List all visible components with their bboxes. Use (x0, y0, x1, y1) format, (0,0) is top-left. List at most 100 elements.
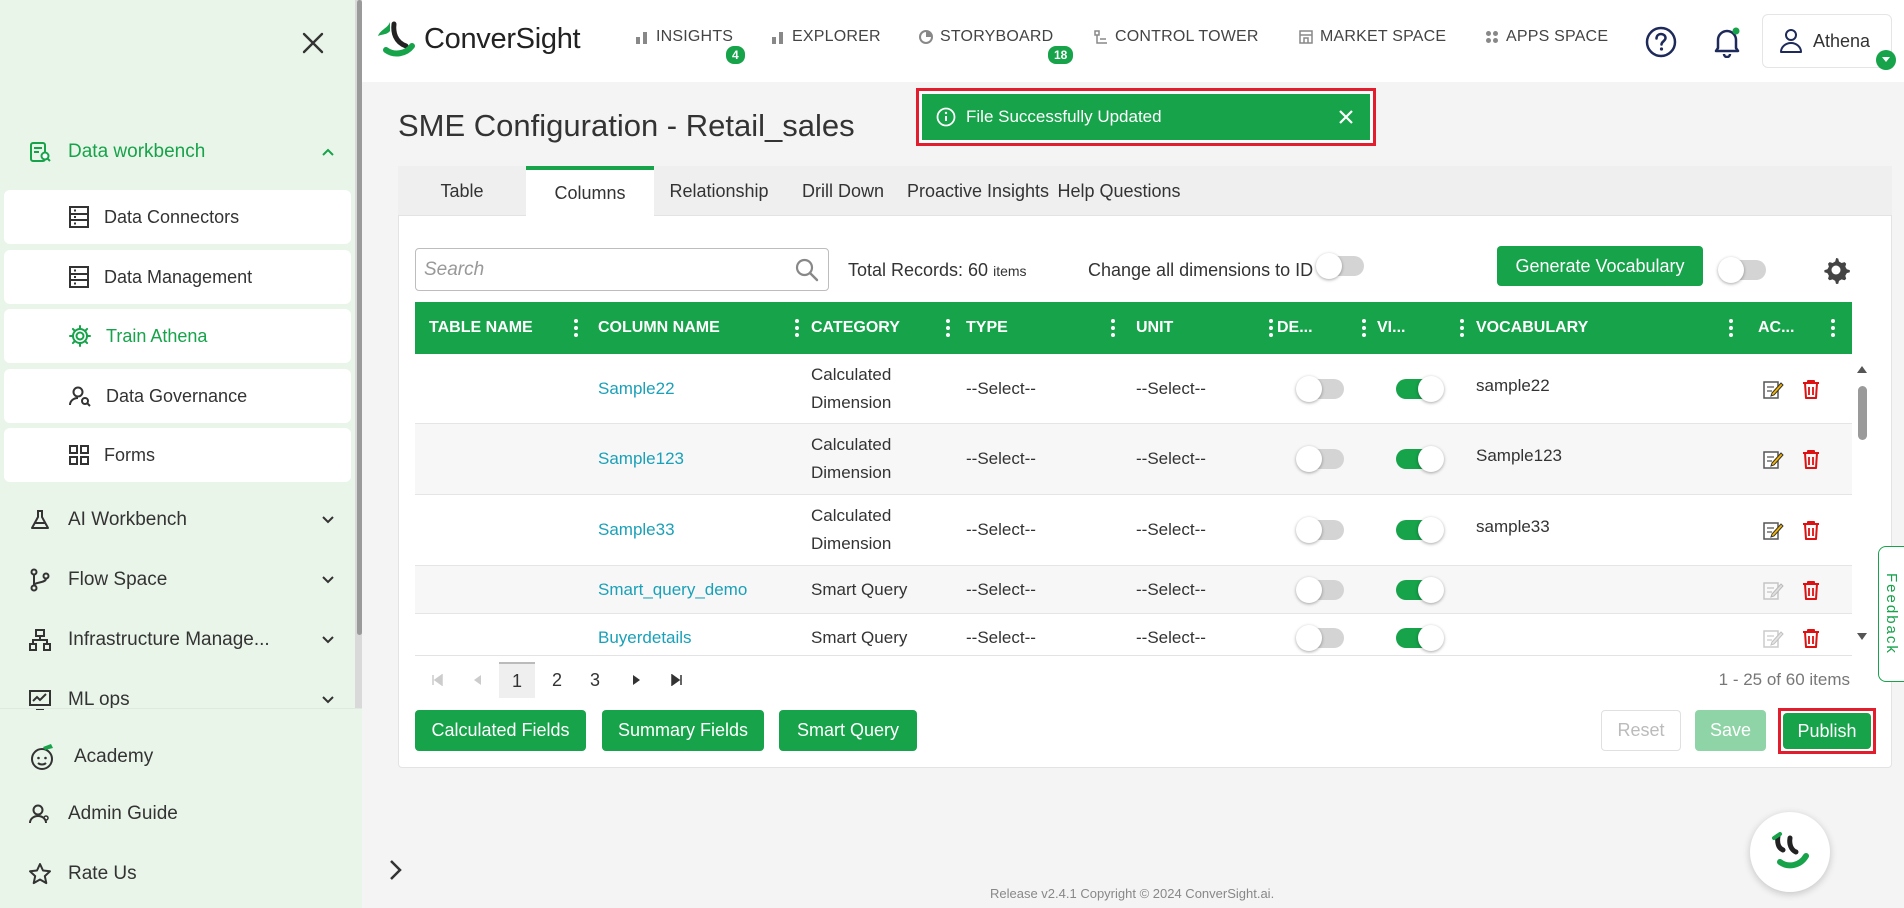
brand-logo[interactable]: ConverSight (376, 20, 581, 58)
prev-page-button[interactable] (459, 662, 495, 698)
trash-icon[interactable] (1800, 448, 1822, 470)
help-button[interactable] (1645, 26, 1677, 58)
change-dimensions-toggle[interactable] (1316, 253, 1364, 279)
menu-storyboard[interactable]: STORYBOARD (918, 28, 1053, 46)
table-settings-button[interactable] (1820, 254, 1852, 286)
edit-icon[interactable] (1762, 519, 1784, 541)
trash-icon[interactable] (1800, 627, 1822, 649)
publish-button[interactable]: Publish (1783, 713, 1871, 749)
table-scrollbar-thumb[interactable] (1858, 386, 1867, 440)
column-name-link[interactable]: Sample22 (598, 354, 675, 423)
type-select[interactable]: --Select-- (966, 354, 1036, 423)
edit-icon[interactable] (1762, 579, 1784, 601)
edit-icon[interactable] (1762, 448, 1784, 470)
dimension-toggle[interactable] (1296, 446, 1344, 472)
visible-toggle[interactable] (1396, 446, 1444, 472)
tab-table[interactable]: Table (398, 166, 526, 216)
type-select[interactable]: --Select-- (966, 614, 1036, 654)
page-2-button[interactable]: 2 (539, 662, 575, 698)
column-name-link[interactable]: Sample123 (598, 424, 684, 494)
col-vi[interactable]: VI... (1377, 302, 1475, 354)
nav-item-academy[interactable]: Academy (28, 742, 338, 772)
page-3-button[interactable]: 3 (577, 662, 613, 698)
reset-button[interactable]: Reset (1601, 710, 1681, 751)
next-page-button[interactable] (619, 662, 655, 698)
save-button[interactable]: Save (1695, 710, 1766, 751)
column-name-link[interactable]: Sample33 (598, 495, 675, 565)
column-name-link[interactable]: Smart_query_demo (598, 566, 747, 613)
edit-icon[interactable] (1762, 627, 1784, 649)
tab-proactive-insights[interactable]: Proactive Insights (902, 166, 1054, 216)
sidebar-scrollbar-thumb[interactable] (357, 0, 362, 635)
sidebar-item-data-governance[interactable]: Data Governance (4, 369, 351, 423)
type-select[interactable]: --Select-- (966, 424, 1036, 494)
type-select[interactable]: --Select-- (966, 566, 1036, 613)
trash-icon[interactable] (1800, 579, 1822, 601)
nav-group-infrastructure[interactable]: Infrastructure Manage... (28, 628, 338, 652)
col-actions[interactable]: AC... (1758, 302, 1846, 354)
nav-item-admin-guide[interactable]: Admin Guide (28, 802, 338, 826)
last-page-button[interactable] (659, 662, 695, 698)
nav-group-flow-space[interactable]: Flow Space (28, 568, 338, 592)
visible-toggle[interactable] (1396, 625, 1444, 651)
tab-help-questions[interactable]: Help Questions (1054, 166, 1184, 216)
dimension-toggle[interactable] (1296, 577, 1344, 603)
visible-toggle[interactable] (1396, 376, 1444, 402)
nav-group-ai-workbench[interactable]: AI Workbench (28, 508, 338, 532)
summary-fields-button[interactable]: Summary Fields (602, 710, 764, 751)
sidebar-item-data-connectors[interactable]: Data Connectors (4, 190, 351, 244)
menu-apps-space[interactable]: APPS SPACE (1484, 28, 1608, 46)
dimension-toggle[interactable] (1296, 517, 1344, 543)
user-menu-button[interactable]: Athena (1762, 14, 1892, 68)
sidebar-item-forms[interactable]: Forms (4, 428, 351, 482)
col-vocabulary[interactable]: VOCABULARY (1476, 302, 1744, 354)
unit-select[interactable]: --Select-- (1136, 354, 1206, 423)
caret-down-icon[interactable] (1876, 50, 1896, 70)
visible-toggle[interactable] (1396, 517, 1444, 543)
dimension-toggle[interactable] (1296, 625, 1344, 651)
notifications-button[interactable] (1712, 26, 1742, 59)
unit-select[interactable]: --Select-- (1136, 614, 1206, 654)
dimension-toggle[interactable] (1296, 376, 1344, 402)
page-1-button[interactable]: 1 (499, 662, 535, 698)
col-unit[interactable]: UNIT (1136, 302, 1284, 354)
nav-item-rate-us[interactable]: Rate Us (28, 862, 338, 886)
toast-close-button[interactable] (1336, 107, 1356, 127)
feedback-tab[interactable]: Feedback (1878, 546, 1904, 682)
smart-query-button[interactable]: Smart Query (779, 710, 917, 751)
first-page-button[interactable] (419, 662, 455, 698)
type-select[interactable]: --Select-- (966, 495, 1036, 565)
generate-vocabulary-button[interactable]: Generate Vocabulary (1497, 246, 1703, 286)
calculated-fields-button[interactable]: Calculated Fields (415, 710, 586, 751)
tab-relationship[interactable]: Relationship (654, 166, 784, 216)
col-de[interactable]: DE... (1277, 302, 1377, 354)
vocabulary-toggle[interactable] (1718, 257, 1766, 283)
col-table-name[interactable]: TABLE NAME (429, 302, 589, 354)
visible-toggle[interactable] (1396, 577, 1444, 603)
close-sidebar-button[interactable] (298, 28, 328, 58)
tab-drill-down[interactable]: Drill Down (784, 166, 902, 216)
tab-columns[interactable]: Columns (526, 166, 654, 216)
chat-assistant-button[interactable] (1750, 812, 1830, 892)
trash-icon[interactable] (1800, 519, 1822, 541)
unit-select[interactable]: --Select-- (1136, 566, 1206, 613)
col-type[interactable]: TYPE (966, 302, 1126, 354)
nav-group-data-workbench[interactable]: Data workbench (28, 140, 338, 164)
search-input[interactable] (424, 258, 794, 281)
expand-sidebar-button[interactable] (386, 858, 406, 882)
unit-select[interactable]: --Select-- (1136, 495, 1206, 565)
trash-icon[interactable] (1800, 378, 1822, 400)
sidebar-item-data-management[interactable]: Data Management (4, 250, 351, 304)
sidebar-item-train-athena[interactable]: Train Athena (4, 309, 351, 363)
menu-explorer[interactable]: EXPLORER (770, 28, 881, 46)
menu-insights[interactable]: INSIGHTS (634, 28, 733, 46)
edit-icon[interactable] (1762, 378, 1784, 400)
table-row: Smart_query_demo Smart Query --Select-- … (415, 566, 1852, 614)
menu-control-tower[interactable]: CONTROL TOWER (1093, 28, 1259, 46)
column-name-link[interactable]: Buyerdetails (598, 614, 692, 654)
menu-market-space[interactable]: MARKET SPACE (1298, 28, 1446, 46)
col-column-name[interactable]: COLUMN NAME (598, 302, 810, 354)
unit-select[interactable]: --Select-- (1136, 424, 1206, 494)
col-category[interactable]: CATEGORY (811, 302, 961, 354)
table-scrollbar[interactable] (1852, 360, 1872, 650)
